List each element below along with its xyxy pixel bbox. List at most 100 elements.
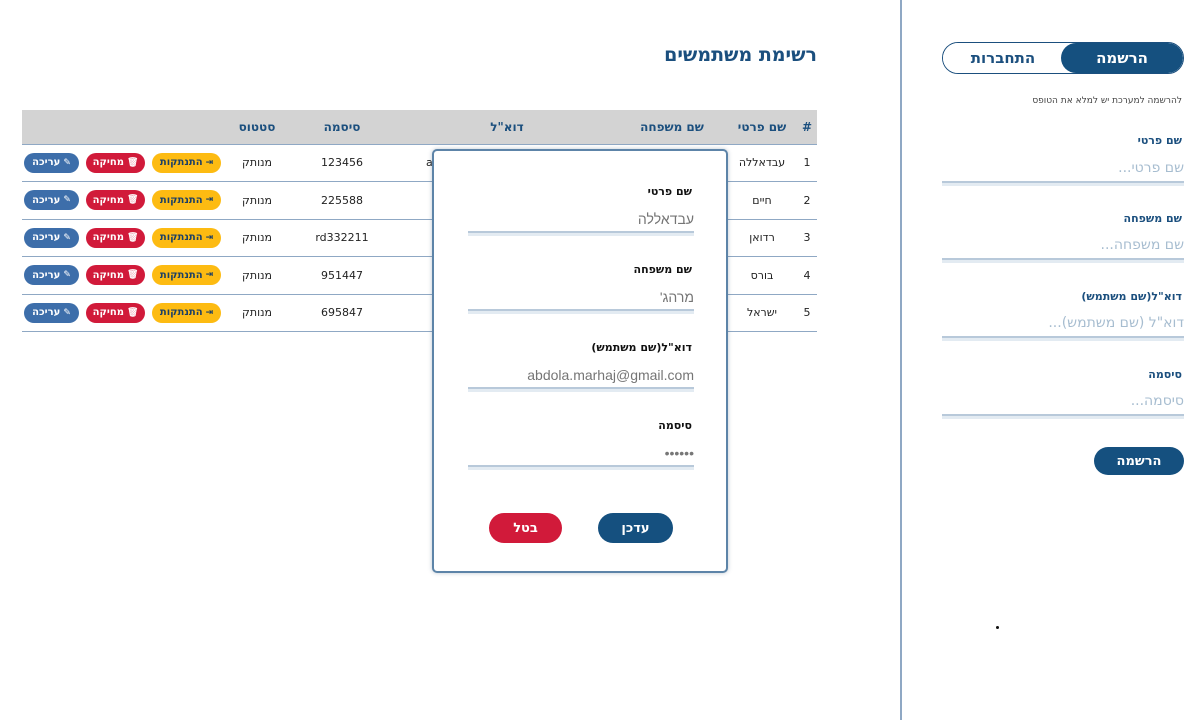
column-header-last-name: שם משפחה (640, 119, 704, 134)
modal-last-name-label: שם משפחה (633, 263, 692, 276)
logout-label: התנתקות (159, 232, 203, 244)
tab-register[interactable]: הרשמה (1061, 43, 1183, 73)
first-name-label: שם פרטי (1137, 134, 1182, 147)
modal-email-input[interactable] (468, 363, 694, 389)
row-actions: ⇥ התנתקות 🗑 מחיקה ✎ עריכה (22, 219, 227, 257)
row-password: 225588 (287, 181, 397, 220)
logout-user-button[interactable]: ⇥ התנתקות (152, 302, 221, 323)
edit-user-modal: שם פרטי שם משפחה דוא"ל(שם משתמש) סיסמה ע… (432, 149, 728, 573)
last-name-input[interactable] (942, 232, 1184, 260)
modal-first-name-input[interactable] (468, 207, 694, 233)
column-header-status: סטטוס (238, 119, 276, 134)
modal-first-name-label: שם פרטי (647, 185, 692, 198)
tab-login[interactable]: התחברות (943, 43, 1063, 73)
edit-label: עריכה (32, 157, 61, 169)
register-button[interactable]: הרשמה (1094, 447, 1184, 475)
row-number: 3 (797, 219, 817, 257)
column-header-actions (22, 110, 227, 144)
row-status: מנותק (227, 143, 287, 182)
column-header-email: דוא"ל (490, 119, 524, 134)
row-actions: ⇥ התנתקות 🗑 מחיקה ✎ עריכה (22, 256, 227, 295)
row-password: 951447 (287, 256, 397, 295)
logout-label: התנתקות (159, 194, 203, 206)
row-password: 695847 (287, 294, 397, 332)
row-password: 123456 (287, 143, 397, 182)
modal-email-label: דוא"ל(שם משתמש) (591, 341, 692, 354)
email-input[interactable] (942, 310, 1184, 338)
delete-label: מחיקה (92, 194, 124, 206)
edit-user-button[interactable]: ✎ עריכה (24, 227, 79, 248)
modal-password-input[interactable] (468, 441, 694, 467)
delete-user-button[interactable]: 🗑 מחיקה (86, 302, 145, 323)
registration-hint: להרשמה למערכת יש למלא את הטופס (1032, 96, 1182, 106)
first-name-input[interactable] (942, 155, 1184, 183)
row-status: מנותק (227, 294, 287, 332)
edit-icon: ✎ (63, 157, 71, 168)
row-first-name: בורס (727, 256, 797, 295)
row-number: 2 (797, 181, 817, 220)
edit-user-button[interactable]: ✎ עריכה (24, 152, 79, 173)
trash-icon: 🗑 (126, 270, 139, 281)
trash-icon: 🗑 (126, 307, 139, 318)
logout-icon: ⇥ (205, 157, 214, 168)
row-first-name: עבדאללה (727, 143, 797, 182)
cancel-button[interactable]: בטל (489, 513, 562, 543)
table-header-row: # שם פרטי שם משפחה דוא"ל סיסמה סטטוס (22, 110, 817, 144)
edit-label: עריכה (32, 269, 61, 281)
edit-label: עריכה (32, 232, 61, 244)
edit-user-button[interactable]: ✎ עריכה (24, 190, 79, 211)
page-title: רשימת משתמשים (664, 44, 817, 66)
row-first-name: ישראל (727, 294, 797, 332)
column-header-first-name: שם פרטי (737, 119, 787, 134)
trash-icon: 🗑 (126, 195, 139, 206)
logout-icon: ⇥ (205, 307, 214, 318)
row-status: מנותק (227, 256, 287, 295)
update-button[interactable]: עדכן (598, 513, 673, 543)
edit-label: עריכה (32, 194, 61, 206)
row-number: 5 (797, 294, 817, 332)
logout-user-button[interactable]: ⇥ התנתקות (152, 265, 221, 286)
delete-user-button[interactable]: 🗑 מחיקה (86, 190, 145, 211)
edit-icon: ✎ (63, 195, 71, 206)
logout-label: התנתקות (159, 157, 203, 169)
row-status: מנותק (227, 181, 287, 220)
edit-user-button[interactable]: ✎ עריכה (24, 265, 79, 286)
modal-last-name-input[interactable] (468, 285, 694, 311)
delete-user-button[interactable]: 🗑 מחיקה (86, 227, 145, 248)
email-label: דוא"ל(שם משתמש) (1081, 290, 1182, 303)
column-header-password: סיסמה (323, 119, 361, 134)
edit-icon: ✎ (63, 232, 71, 243)
trash-icon: 🗑 (126, 232, 139, 243)
delete-label: מחיקה (92, 232, 124, 244)
edit-label: עריכה (32, 307, 61, 319)
row-password: rd332211 (287, 219, 397, 257)
edit-icon: ✎ (63, 307, 71, 318)
row-actions: ⇥ התנתקות 🗑 מחיקה ✎ עריכה (22, 294, 227, 332)
delete-user-button[interactable]: 🗑 מחיקה (86, 265, 145, 286)
password-label: סיסמה (1148, 368, 1182, 381)
password-input[interactable] (942, 388, 1184, 416)
row-first-name: חיים (727, 181, 797, 220)
logout-label: התנתקות (159, 269, 203, 281)
row-number: 4 (797, 256, 817, 295)
edit-user-button[interactable]: ✎ עריכה (24, 302, 79, 323)
delete-label: מחיקה (92, 157, 124, 169)
row-status: מנותק (227, 219, 287, 257)
row-actions: ⇥ התנתקות 🗑 מחיקה ✎ עריכה (22, 143, 227, 182)
last-name-label: שם משפחה (1123, 212, 1182, 225)
row-actions: ⇥ התנתקות 🗑 מחיקה ✎ עריכה (22, 181, 227, 220)
logout-user-button[interactable]: ⇥ התנתקות (152, 227, 221, 248)
trash-icon: 🗑 (126, 157, 139, 168)
delete-user-button[interactable]: 🗑 מחיקה (86, 152, 145, 173)
logout-user-button[interactable]: ⇥ התנתקות (152, 152, 221, 173)
logout-icon: ⇥ (205, 270, 214, 281)
delete-label: מחיקה (92, 307, 124, 319)
logout-icon: ⇥ (205, 195, 214, 206)
row-number: 1 (797, 143, 817, 182)
column-header-number: # (801, 119, 813, 134)
stray-dot (996, 626, 999, 629)
logout-icon: ⇥ (205, 232, 214, 243)
logout-label: התנתקות (159, 307, 203, 319)
logout-user-button[interactable]: ⇥ התנתקות (152, 190, 221, 211)
row-first-name: רדואן (727, 219, 797, 257)
